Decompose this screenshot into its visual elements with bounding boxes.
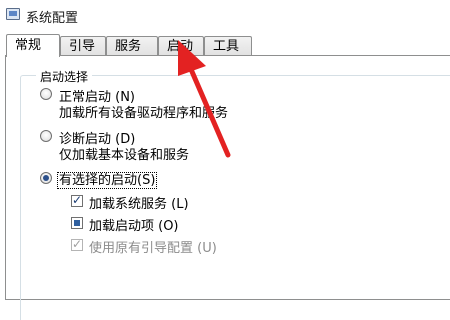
tab-services[interactable]: 服务 [106, 36, 158, 56]
title-bar: 系统配置 [0, 0, 450, 30]
tab-strip: 常规 引导 服务 启动 工具 [0, 34, 450, 57]
selective-startup-label[interactable]: 有选择的启动(S) [57, 169, 158, 189]
diagnostic-startup-description: 仅加载基本设备和服务 [59, 148, 190, 163]
use-original-boot-config-checkbox [71, 237, 83, 251]
system-config-icon [6, 8, 20, 20]
tab-startup[interactable]: 启动 [158, 36, 204, 56]
tab-general[interactable]: 常规 [6, 34, 60, 57]
normal-startup-description: 加载所有设备驱动程序和服务 [59, 106, 229, 121]
group-label: 启动选择 [36, 68, 93, 85]
load-system-services-label[interactable]: 加载系统服务 (L) [89, 193, 189, 212]
load-system-services-checkbox[interactable] [71, 193, 83, 207]
tab-tools[interactable]: 工具 [204, 36, 252, 56]
tab-page-general: 启动选择 正常启动 (N) 加载所有设备驱动程序和服务 诊断启动 (D) 仅加载… [5, 55, 450, 320]
tab-boot[interactable]: 引导 [60, 36, 106, 56]
use-original-boot-config-label: 使用原有引导配置 (U) [89, 241, 217, 256]
diagnostic-startup-radio[interactable] [40, 130, 52, 142]
selective-startup-label-text: 有选择的启动(S) [57, 172, 158, 189]
load-startup-items-label[interactable]: 加载启动项 (O) [89, 215, 179, 234]
normal-startup-radio[interactable] [40, 88, 52, 100]
load-startup-items-checkbox[interactable] [71, 217, 83, 229]
selective-startup-radio[interactable] [40, 172, 52, 184]
window-title: 系统配置 [26, 11, 79, 26]
